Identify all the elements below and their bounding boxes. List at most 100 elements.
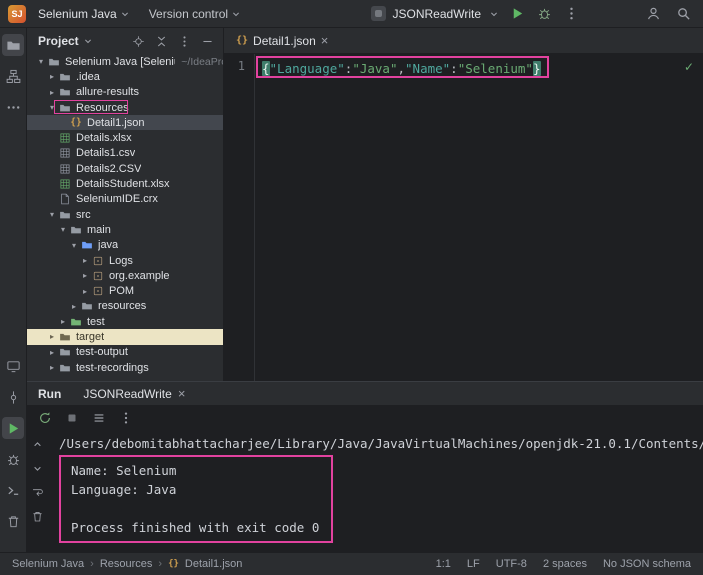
chevron-collapsed-icon[interactable]: ▸ [57,317,69,326]
chevron-down-icon [82,35,94,47]
console-body[interactable]: /Users/debomitabhattacharjee/Library/Jav… [47,430,703,552]
breadcrumb-folder[interactable]: Resources [100,558,153,570]
tree-item-label: java [98,239,119,252]
delete-icon[interactable] [2,510,24,532]
run-tab[interactable]: JSONReadWrite × [75,382,193,405]
tree-item-logs[interactable]: ▸ Logs [27,253,223,268]
tree-item-label: allure-results [76,86,139,99]
tree-item-org-example[interactable]: ▸ org.example [27,268,223,283]
chevron-collapsed-icon[interactable]: ▸ [79,271,91,280]
chevron-expanded-icon[interactable]: ▾ [46,210,58,219]
tree-item-test-recordings[interactable]: ▸ test-recordings [27,360,223,375]
run-panel-tabbar: Run JSONReadWrite × [27,382,703,406]
tree-item-target[interactable]: ▸ target [27,329,223,345]
debug-tool-icon[interactable] [2,448,24,470]
tree-item-details-xlsx[interactable]: Details.xlsx [27,130,223,145]
collapse-all-icon[interactable] [153,33,169,49]
status-bar: Selenium Java › Resources › {} Detail1.json 1… [0,552,703,575]
tree-item-idea[interactable]: ▸ .idea [27,69,223,84]
tree-item-resources[interactable]: ▾ Resources [27,99,223,115]
tree-item-detailsstudent-xlsx[interactable]: DetailsStudent.xlsx [27,176,223,191]
close-tab-icon[interactable]: × [178,387,186,400]
csv-file-icon [58,162,72,175]
tree-item-label: Details1.csv [76,147,136,160]
more-options-icon[interactable] [118,410,134,426]
project-path-suffix: ~/IdeaProj... [181,55,223,68]
tree-item-java[interactable]: ▾ java [27,238,223,253]
chevron-collapsed-icon[interactable]: ▸ [46,332,58,341]
chevron-collapsed-icon[interactable]: ▸ [46,348,58,357]
breadcrumb-project[interactable]: Selenium Java [12,558,84,570]
stop-icon[interactable] [64,410,80,426]
scroll-down-icon[interactable] [30,461,45,476]
project-avatar: SJ [8,4,26,23]
panel-options-icon[interactable] [176,33,192,49]
chevron-collapsed-icon[interactable]: ▸ [68,302,80,311]
tree-item-allure-results[interactable]: ▸ allure-results [27,85,223,100]
tree-item-src[interactable]: ▾ src [27,207,223,222]
chevron-expanded-icon[interactable]: ▾ [68,241,80,250]
tree-item-pom[interactable]: ▸ POM [27,283,223,298]
run-panel-title[interactable]: Run [38,387,61,401]
terminal-tool-icon[interactable] [2,479,24,501]
rerun-icon[interactable] [37,410,53,426]
run-config-selector[interactable]: JSONReadWrite [393,7,481,21]
chevron-collapsed-icon[interactable]: ▸ [46,363,58,372]
tree-item-test-output[interactable]: ▸ test-output [27,345,223,360]
hide-panel-icon[interactable] [199,33,215,49]
file-encoding[interactable]: UTF-8 [496,558,527,570]
project-panel-actions [130,33,215,49]
more-tool-windows-icon[interactable] [2,96,24,118]
tree-item-main[interactable]: ▾ main [27,222,223,237]
vcs-tool-icon[interactable] [2,386,24,408]
view-options-icon[interactable] [91,410,107,426]
chevron-expanded-icon[interactable]: ▾ [57,225,69,234]
chevron-expanded-icon[interactable]: ▾ [35,57,47,66]
user-icon[interactable] [643,4,663,24]
tree-item-resources[interactable]: ▸ resources [27,299,223,314]
code-area[interactable]: {"Language":"Java","Name":"Selenium"} [255,54,703,381]
editor-gutter: 1 [224,54,255,381]
editor-tab[interactable]: {} Detail1.json × [226,28,338,53]
soft-wrap-icon[interactable] [30,485,45,500]
tree-item-selenium-java-seleniumjava[interactable]: ▾ Selenium Java [SeleniumJava] ~/IdeaProj.… [27,54,223,69]
tree-item-details2-csv[interactable]: Details2.CSV [27,161,223,176]
tree-item-detail1-json[interactable]: {} Detail1.json [27,115,223,131]
locate-file-icon[interactable] [130,33,146,49]
tree-item-details1-csv[interactable]: Details1.csv [27,146,223,161]
scroll-up-icon[interactable] [30,437,45,452]
chevron-collapsed-icon[interactable]: ▸ [46,88,58,97]
project-tool-icon[interactable] [2,34,24,56]
search-icon[interactable] [673,4,693,24]
project-menu[interactable]: Selenium Java [32,5,137,23]
run-button[interactable] [507,4,527,24]
structure-tool-icon[interactable] [2,65,24,87]
tree-item-test[interactable]: ▸ test [27,314,223,329]
run-tool-icon[interactable] [2,417,24,439]
chevron-collapsed-icon[interactable]: ▸ [79,287,91,296]
more-actions-icon[interactable] [561,4,581,24]
chevron-expanded-icon[interactable]: ▾ [46,103,58,112]
editor-area: {} Detail1.json × 1 {"Language":"Java","… [224,28,703,381]
breadcrumb-file[interactable]: Detail1.json [185,558,242,570]
debug-button[interactable] [534,4,554,24]
line-ending[interactable]: LF [467,558,480,570]
project-panel-title[interactable]: Project [38,34,79,48]
folder-icon [58,86,72,99]
version-control-menu[interactable]: Version control [143,5,248,23]
services-tool-icon[interactable] [2,355,24,377]
caret-position[interactable]: 1:1 [436,558,451,570]
tree-item-seleniumide-crx[interactable]: SeleniumIDE.crx [27,192,223,207]
annotation-box-output: Name: Selenium Language: Java Process fin… [59,455,334,543]
close-tab-icon[interactable]: × [321,34,329,47]
json-schema-status[interactable]: No JSON schema [603,558,691,570]
status-right: 1:1 LF UTF-8 2 spaces No JSON schema [436,558,691,570]
chevron-collapsed-icon[interactable]: ▸ [79,256,91,265]
json-file-icon: {} [236,35,249,46]
tree-item-label: SeleniumIDE.crx [76,193,158,206]
clear-console-icon[interactable] [30,509,45,524]
chevron-collapsed-icon[interactable]: ▸ [46,72,58,81]
indent-size[interactable]: 2 spaces [543,558,587,570]
folder-icon [58,330,72,343]
console: /Users/debomitabhattacharjee/Library/Jav… [27,430,703,552]
